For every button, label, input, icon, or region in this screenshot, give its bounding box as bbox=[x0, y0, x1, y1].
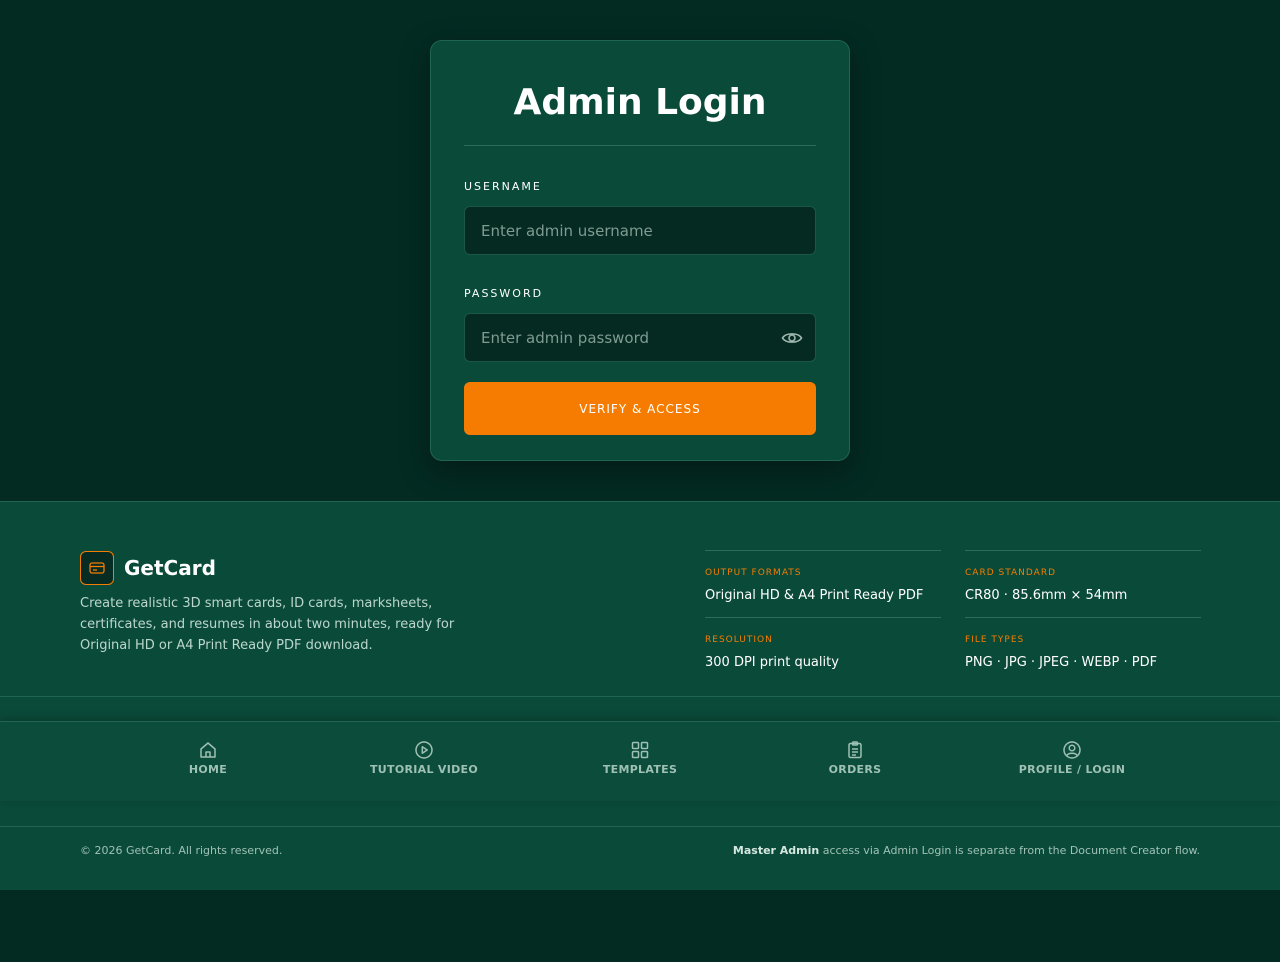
show-password-eye-icon[interactable] bbox=[781, 328, 803, 348]
home-icon bbox=[200, 742, 216, 758]
bottom-nav: Home Tutorial Video Templates bbox=[0, 721, 1280, 801]
footer-divider bbox=[0, 696, 1280, 697]
spec-value: CR80 · 85.6mm × 54mm bbox=[965, 588, 1128, 603]
nav-label: Tutorial Video bbox=[369, 763, 478, 776]
nav-label: Home bbox=[188, 763, 228, 776]
clipboard-icon bbox=[848, 741, 862, 759]
nav-item-tutorial-video[interactable]: Tutorial Video bbox=[344, 740, 504, 776]
login-title: Admin Login bbox=[513, 82, 767, 123]
admin-access-note: Master Admin access via Admin Login is s… bbox=[733, 844, 1200, 857]
spec-value: Original HD & A4 Print Ready PDF bbox=[705, 588, 924, 603]
password-input[interactable] bbox=[465, 314, 815, 361]
spec-value: PNG · JPG · JPEG · WEBP · PDF bbox=[965, 655, 1158, 670]
verify-access-button[interactable]: Verify & Access bbox=[464, 382, 816, 435]
spec-resolution: Resolution 300 DPI print quality bbox=[705, 617, 941, 671]
nav-label: Profile / Login bbox=[1018, 763, 1126, 776]
spec-card-standard: Card Standard CR80 · 85.6mm × 54mm bbox=[965, 550, 1201, 604]
username-label: Username bbox=[464, 180, 542, 193]
nav-label: Templates bbox=[602, 763, 678, 776]
nav-item-home[interactable]: Home bbox=[128, 740, 288, 776]
grid-icon bbox=[631, 741, 649, 759]
nav-label: Orders bbox=[828, 763, 882, 776]
username-input[interactable] bbox=[465, 207, 815, 254]
spec-label: Output Formats bbox=[705, 568, 802, 578]
brand-name: GetCard bbox=[124, 556, 216, 580]
nav-item-profile-login[interactable]: Profile / Login bbox=[992, 740, 1152, 776]
title-divider bbox=[464, 145, 816, 146]
spec-output-formats: Output Formats Original HD & A4 Print Re… bbox=[705, 550, 941, 604]
user-circle-icon bbox=[1063, 741, 1081, 759]
footer-brand[interactable]: GetCard bbox=[80, 551, 216, 585]
spec-label: File Types bbox=[965, 635, 1025, 645]
spec-label: Resolution bbox=[705, 635, 773, 645]
admin-login-card: Admin Login Username Password Verify & A… bbox=[430, 40, 850, 461]
brand-description: Create realistic 3D smart cards, ID card… bbox=[80, 596, 455, 653]
spec-file-types: File Types PNG · JPG · JPEG · WEBP · PDF bbox=[965, 617, 1201, 671]
nav-item-templates[interactable]: Templates bbox=[560, 740, 720, 776]
spec-value: 300 DPI print quality bbox=[705, 655, 839, 670]
admin-note-strong: Master Admin bbox=[732, 844, 820, 857]
username-field-wrapper bbox=[464, 206, 816, 255]
footer-bottom-divider bbox=[0, 826, 1280, 827]
play-circle-icon bbox=[415, 741, 433, 759]
nav-item-orders[interactable]: Orders bbox=[775, 740, 935, 776]
password-label: Password bbox=[464, 287, 544, 300]
card-logo-icon bbox=[80, 551, 114, 585]
password-field-wrapper bbox=[464, 313, 816, 362]
site-footer: GetCard Create realistic 3D smart cards,… bbox=[0, 501, 1280, 890]
copyright-text: © 2026 GetCard. All rights reserved. bbox=[80, 844, 283, 857]
admin-note-text: access via Admin Login is separate from … bbox=[819, 844, 1200, 857]
spec-label: Card Standard bbox=[965, 568, 1056, 578]
